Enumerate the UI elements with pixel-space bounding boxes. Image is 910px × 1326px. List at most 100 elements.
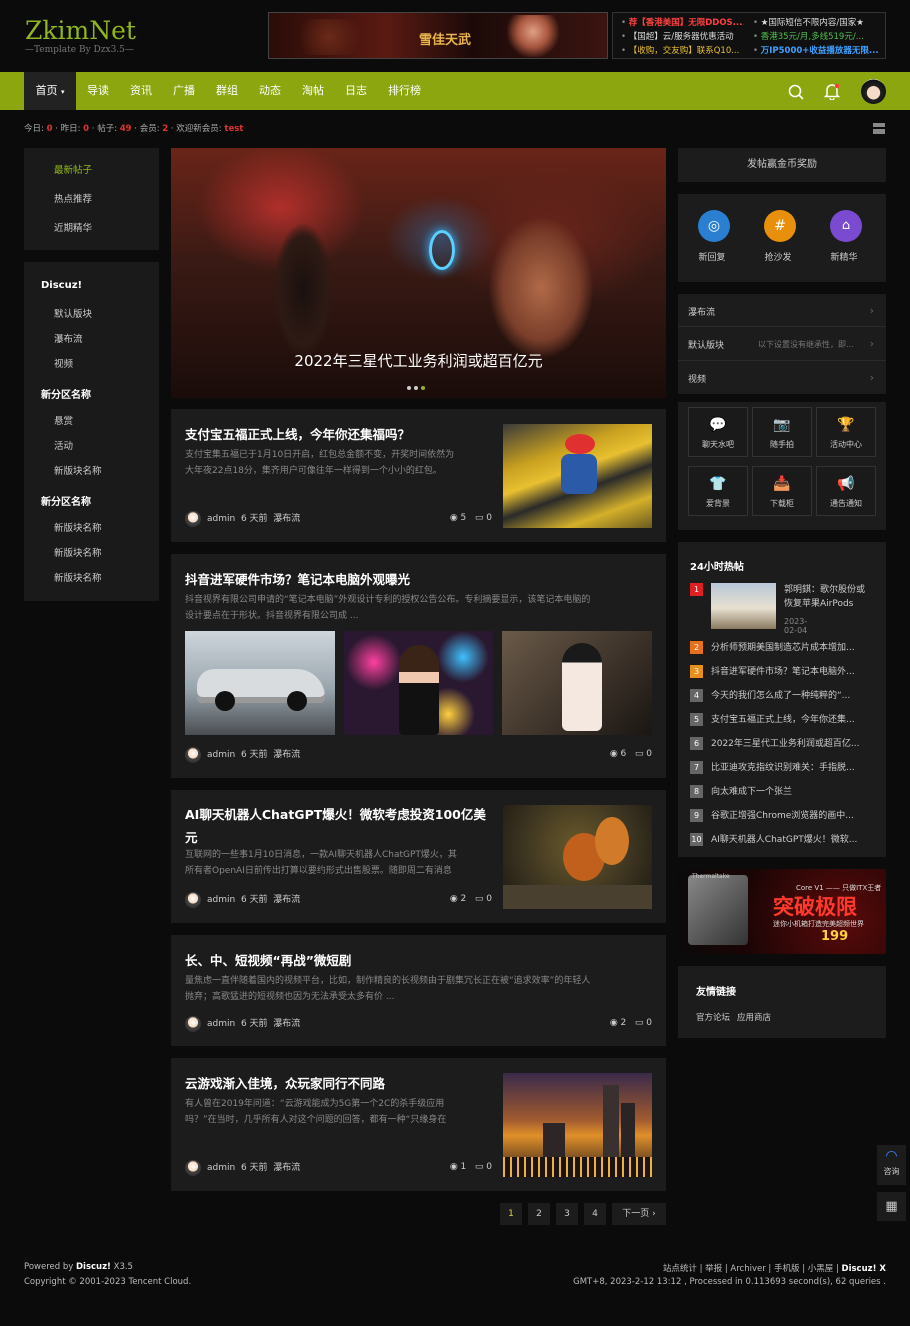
forum-item[interactable]: 瀑布流 <box>54 331 83 345</box>
friend-link[interactable]: 应用商店 <box>737 1011 771 1023</box>
post-card[interactable]: AI聊天机器人ChatGPT爆火！微软考虑投资100亿美元 互联网的一些事1月1… <box>171 790 666 923</box>
bell-icon[interactable] <box>824 83 840 100</box>
author-link[interactable]: admin <box>207 514 235 524</box>
post-image[interactable] <box>502 631 652 735</box>
post-thumbnail[interactable] <box>503 1073 652 1177</box>
app-download[interactable]: 📥 下载柜 <box>752 466 812 516</box>
app-background[interactable]: 👕 爱背景 <box>688 466 748 516</box>
site-logo[interactable]: ZkimNet <box>25 16 136 45</box>
hero-slider[interactable]: 2022年三星代工业务利润或超百亿元 <box>171 148 666 398</box>
tab-hot[interactable]: 热点推荐 <box>54 191 92 205</box>
next-page-button[interactable]: 下一页 › <box>612 1203 666 1225</box>
forum-item[interactable]: 新版块名称 <box>54 520 102 534</box>
forum-item[interactable]: 默认版块 <box>54 306 92 320</box>
tab-digest[interactable]: 近期精华 <box>54 220 92 234</box>
forum-link-row[interactable]: 瀑布流 › <box>678 294 886 327</box>
post-thumbnail[interactable] <box>503 805 652 909</box>
avatar[interactable] <box>185 746 201 763</box>
post-title[interactable]: AI聊天机器人ChatGPT爆火！微软考虑投资100亿美元 <box>185 804 486 846</box>
forum-link[interactable]: 瀑布流 <box>273 895 300 905</box>
forum-item[interactable]: 新版块名称 <box>54 463 102 477</box>
app-events[interactable]: 🏆 活动中心 <box>816 407 876 457</box>
tab-latest[interactable]: 最新帖子 <box>54 162 92 176</box>
search-icon[interactable] <box>788 84 804 100</box>
text-ad[interactable]: 【收购，交友购】联系Q10... <box>621 44 753 58</box>
new-member-link[interactable]: test <box>224 124 243 134</box>
forum-link-row[interactable]: 默认版块 以下设置没有继承性，即... › <box>678 327 886 361</box>
sofa-action[interactable]: # 抢沙发 <box>764 210 796 263</box>
footer-links[interactable]: 站点统计 | 举报 | Archiver | 手机版 | 小黑屋 | Discu… <box>663 1262 886 1274</box>
hot-post-item[interactable]: 8 向太难成下一个张兰 <box>690 784 792 798</box>
page-2[interactable]: 2 <box>528 1203 550 1225</box>
text-ad[interactable]: 香港35元/月,多线519元/... <box>753 30 885 44</box>
author-link[interactable]: admin <box>207 895 235 905</box>
forum-link[interactable]: 瀑布流 <box>273 750 300 760</box>
forum-item[interactable]: 新版块名称 <box>54 570 102 584</box>
avatar[interactable] <box>185 510 201 527</box>
post-image[interactable] <box>185 631 335 735</box>
author-link[interactable]: admin <box>207 1163 235 1173</box>
forum-group-title[interactable]: 新分区名称 <box>41 386 91 401</box>
text-ad[interactable]: 万IP5000+收益播放器无限... <box>753 44 885 58</box>
forum-group-title[interactable]: 新分区名称 <box>41 493 91 508</box>
forum-link-row[interactable]: 视频 › <box>678 361 886 394</box>
nav-item[interactable]: 排行榜 <box>388 72 421 110</box>
text-ad[interactable]: 【国超】云/服务器优惠活动 <box>621 30 753 44</box>
post-title[interactable]: 支付宝五福正式上线，今年你还集福吗？ <box>185 424 410 443</box>
sidebar-ad[interactable]: Thermaltake Core V1 —— 只做ITX王者 突破极限 迷你小机… <box>678 869 886 954</box>
post-title[interactable]: 云游戏渐入佳境，众玩家同行不同路 <box>185 1073 385 1092</box>
nav-home[interactable]: 首页 ▾ <box>24 72 76 110</box>
forum-item[interactable]: 活动 <box>54 438 73 452</box>
hot-post-thumbnail[interactable] <box>711 583 776 629</box>
friend-link[interactable]: 官方论坛 <box>696 1011 730 1023</box>
nav-item[interactable]: 资讯 <box>130 72 152 110</box>
text-ad[interactable]: ★国际短信不限内容/国家★ <box>753 16 885 30</box>
post-card[interactable]: 云游戏渐入佳境，众玩家同行不同路 有人曾在2019年问道：“云游戏能成为5G第一… <box>171 1058 666 1191</box>
hot-post-item[interactable]: 9 谷歌正增强Chrome浏览器的画中... <box>690 808 854 822</box>
discuz-link[interactable]: Discuz! <box>76 1262 111 1272</box>
hot-post-item[interactable]: 2 分析师预期美国制造芯片成本增加... <box>690 640 855 654</box>
hot-post-item[interactable]: 6 2022年三星代工业务利润或超百亿... <box>690 736 860 750</box>
hot-post-item[interactable]: 7 比亚迪攻克指纹识别难关：手指脱... <box>690 760 855 774</box>
hot-post-item[interactable]: 3 抖音进军硬件市场？笔记本电脑外... <box>690 664 855 678</box>
app-chat[interactable]: 💬 聊天水吧 <box>688 407 748 457</box>
hot-post-item[interactable]: 4 今天的我们怎么成了一种纯粹的“... <box>690 688 850 702</box>
post-thumbnail[interactable] <box>503 424 652 528</box>
new-reply-action[interactable]: ◎ 新回复 <box>698 210 730 263</box>
qrcode-icon[interactable]: ▦ <box>877 1192 906 1221</box>
digest-action[interactable]: ⌂ 新精华 <box>830 210 862 263</box>
page-3[interactable]: 3 <box>556 1203 578 1225</box>
post-card[interactable]: 抖音进军硬件市场？笔记本电脑外观曝光 抖音视界有限公司申请的“笔记本电脑”外观设… <box>171 554 666 778</box>
forum-item[interactable]: 新版块名称 <box>54 545 102 559</box>
avatar[interactable] <box>185 1159 201 1176</box>
forum-group-title[interactable]: Discuz! <box>41 280 82 291</box>
hot-post-item[interactable]: 10 AI聊天机器人ChatGPT爆火！微软... <box>690 832 857 846</box>
nav-item[interactable]: 导读 <box>87 72 109 110</box>
author-link[interactable]: admin <box>207 750 235 760</box>
nav-item[interactable]: 淘帖 <box>302 72 324 110</box>
layout-toggle-icon[interactable] <box>873 123 885 134</box>
app-photo[interactable]: 📷 随手拍 <box>752 407 812 457</box>
avatar[interactable] <box>185 891 201 908</box>
forum-item[interactable]: 视频 <box>54 356 73 370</box>
post-card[interactable]: 长、中、短视频“再战”微短剧 量焦虑一直伴随着国内的视频平台，比如，制作精良的长… <box>171 935 666 1046</box>
avatar[interactable] <box>185 1015 201 1032</box>
consult-button[interactable]: ◠ 咨询 <box>877 1145 906 1185</box>
forum-item[interactable]: 悬赏 <box>54 413 73 427</box>
post-card[interactable]: 支付宝五福正式上线，今年你还集福吗？ 支付宝集五福已于1月10日开启，红包总金额… <box>171 409 666 542</box>
page-4[interactable]: 4 <box>584 1203 606 1225</box>
nav-item[interactable]: 群组 <box>216 72 238 110</box>
slider-dots[interactable] <box>407 380 428 393</box>
forum-link[interactable]: 瀑布流 <box>273 1163 300 1173</box>
forum-link[interactable]: 瀑布流 <box>273 514 300 524</box>
slide-caption[interactable]: 2022年三星代工业务利润或超百亿元 <box>171 350 666 371</box>
author-link[interactable]: admin <box>207 1019 235 1029</box>
post-image[interactable] <box>344 631 493 735</box>
app-notice[interactable]: 📢 通告通知 <box>816 466 876 516</box>
nav-item[interactable]: 动态 <box>259 72 281 110</box>
text-ad[interactable]: 荐【香港美国】无限DDOS... <box>621 16 753 30</box>
nav-item[interactable]: 广播 <box>173 72 195 110</box>
hot-post-item[interactable]: 5 支付宝五福正式上线，今年你还集... <box>690 712 855 726</box>
avatar[interactable] <box>861 79 886 104</box>
top-banner-ad[interactable]: 雪佳天武 <box>268 12 608 59</box>
